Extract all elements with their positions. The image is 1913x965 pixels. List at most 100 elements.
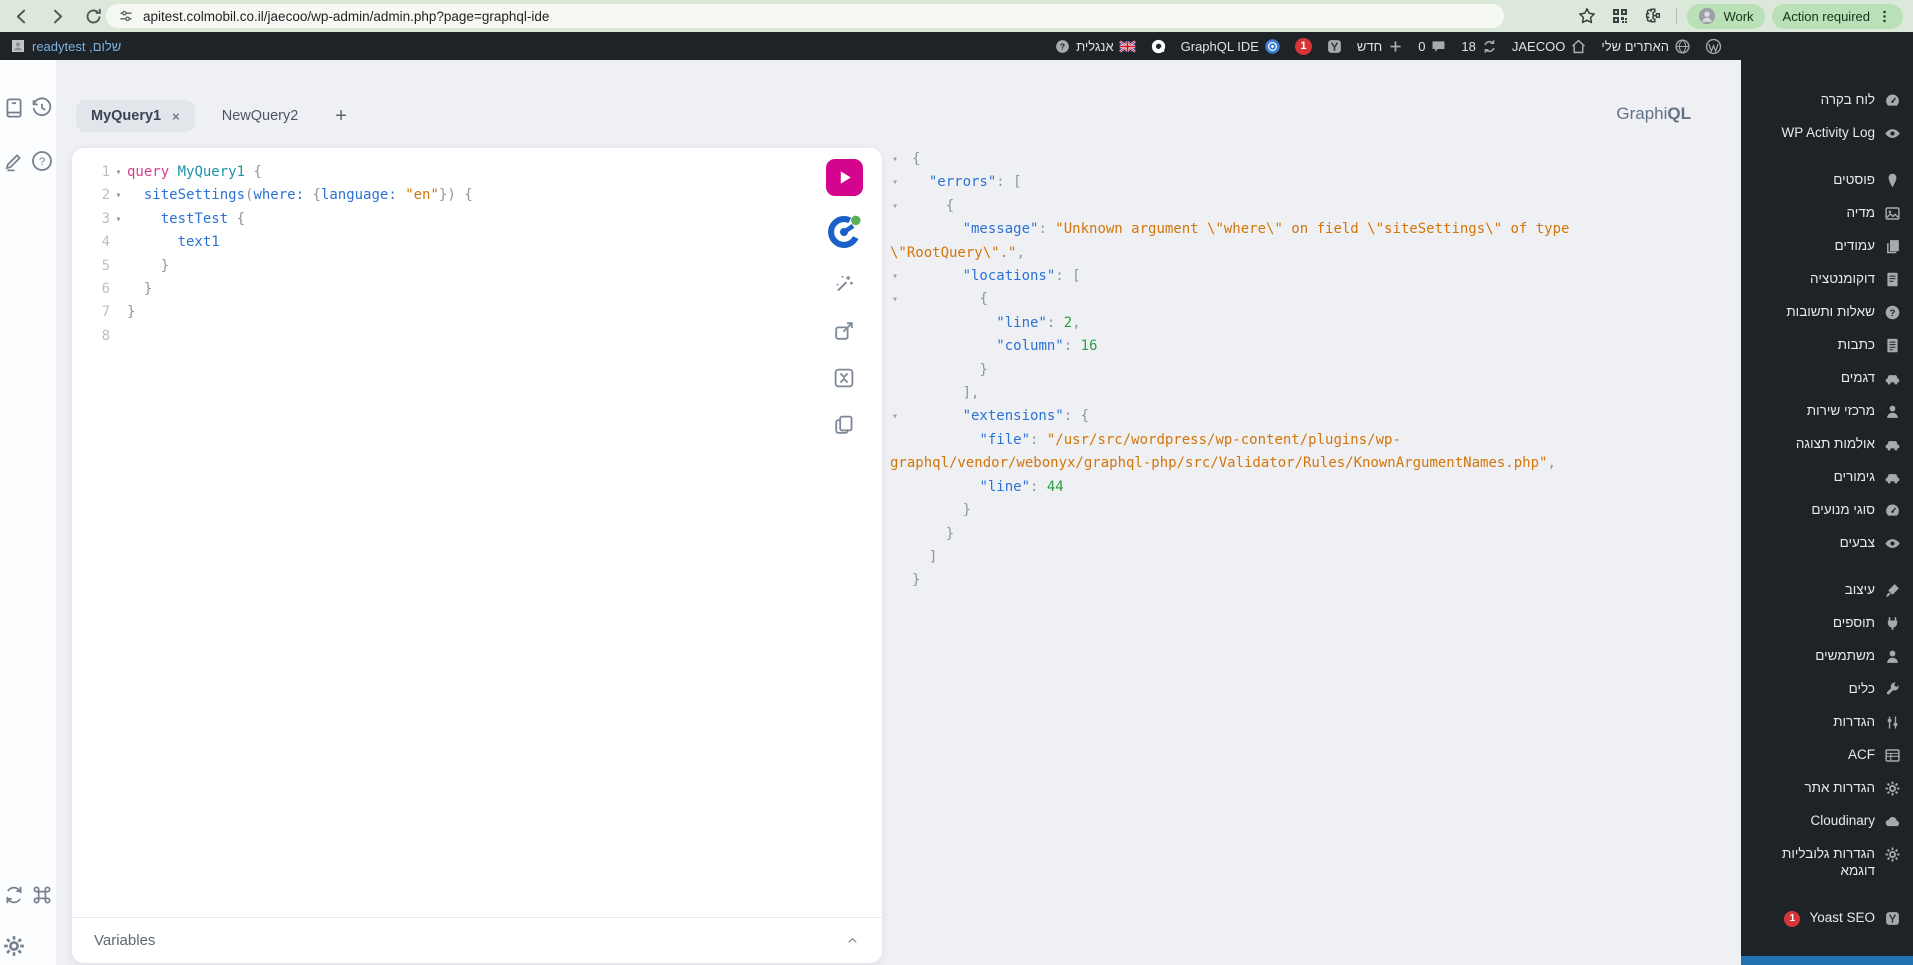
adminbar-item-my-sites[interactable]: האתרים שלי: [1594, 32, 1698, 60]
dashboard-icon: [1884, 92, 1901, 109]
fold-toggle-icon[interactable]: ▾: [110, 184, 127, 207]
response-line: }: [890, 523, 1590, 546]
sidebar-item-cloudinary[interactable]: Cloudinary: [1741, 805, 1913, 838]
adminbar-item-site-name[interactable]: JAECOO: [1505, 32, 1594, 60]
fold-toggle-icon[interactable]: ▾: [110, 161, 127, 184]
wp-admin-menu: לוח בקרה WP Activity Log פוסטים מדיה עמודים ד…: [1741, 60, 1913, 965]
sidebar-item-site-settings[interactable]: הגדרות אתר: [1741, 772, 1913, 805]
bookmark-star-icon[interactable]: [1574, 3, 1600, 29]
sidebar-item-trims[interactable]: גימורים: [1741, 461, 1913, 494]
sidebar-item-showrooms[interactable]: אולמות תצוגה: [1741, 428, 1913, 461]
history-button[interactable]: [28, 94, 56, 122]
sidebar-item-engine-types[interactable]: סוגי מנועים: [1741, 494, 1913, 527]
code-line: 4 text1: [82, 231, 812, 254]
site-name-label: JAECOO: [1511, 38, 1566, 54]
sidebar-item-global-settings-sample[interactable]: הגדרות גלובליות דוגמא: [1741, 838, 1913, 888]
adminbar-item-comments[interactable]: 0: [1411, 32, 1454, 60]
sidebar-item-posts[interactable]: פוסטים: [1741, 164, 1913, 197]
adminbar-item-query-monitor[interactable]: [1143, 32, 1174, 60]
sidebar-item-faq[interactable]: ? שאלות ותשובות: [1741, 296, 1913, 329]
article-icon: [1884, 337, 1901, 354]
code-text: text1: [177, 234, 220, 251]
adminbar-item-graphql-ide[interactable]: GraphQL IDE: [1174, 32, 1288, 60]
kebab-menu-icon[interactable]: [1877, 9, 1892, 24]
sidebar-item-wp-activity-log[interactable]: WP Activity Log: [1741, 117, 1913, 150]
fold-toggle-icon[interactable]: ▾: [892, 288, 898, 311]
tab-MyQuery1[interactable]: MyQuery1 ×: [76, 100, 195, 132]
screen: apitest.colmobil.co.il/jaecoo/wp-admin/a…: [0, 0, 1913, 965]
response-text: }: [979, 361, 988, 378]
share-query-button[interactable]: [832, 319, 856, 343]
fold-toggle-icon[interactable]: ▾: [892, 171, 898, 194]
refetch-schema-button[interactable]: [0, 881, 28, 909]
back-button[interactable]: [8, 2, 36, 30]
sidebar-item-yoast-seo[interactable]: Yoast SEO 1: [1741, 902, 1913, 935]
sidebar-item-documentation[interactable]: דוקומנטציה: [1741, 263, 1913, 296]
prettify-button[interactable]: [832, 272, 856, 296]
sidebar-item-pages[interactable]: עמודים: [1741, 230, 1913, 263]
merge-fragments-button[interactable]: [832, 366, 856, 390]
auth-toggle-button[interactable]: [825, 213, 863, 251]
add-tab-button[interactable]: +: [329, 105, 353, 127]
sidebar-item-tools[interactable]: כלים: [1741, 673, 1913, 706]
response-text: "file": "/usr/src/wordpress/wp-content/p…: [890, 431, 1556, 472]
response-panel: ▾{▾ "errors": [▾ { "message": "Unknown a…: [890, 148, 1590, 593]
fold-toggle-icon[interactable]: ▾: [110, 208, 127, 231]
plus-icon: [1387, 38, 1404, 55]
variables-section-toggle[interactable]: Variables: [72, 917, 882, 963]
response-line: }: [890, 359, 1590, 382]
sidebar-item-acf[interactable]: ACF: [1741, 739, 1913, 772]
sidebar-item-models[interactable]: דגמים: [1741, 362, 1913, 395]
sidebar-item-dashboard[interactable]: לוח בקרה: [1741, 84, 1913, 117]
tab-NewQuery2[interactable]: NewQuery2: [207, 100, 314, 132]
wp-logo: [1705, 38, 1722, 55]
response-line: "message": "Unknown argument \"where\" o…: [890, 218, 1590, 265]
person-icon: [1884, 648, 1901, 665]
adminbar-item-wordpress-logo[interactable]: [1698, 32, 1729, 60]
keyboard-shortcuts-button[interactable]: [28, 881, 56, 909]
url-text: apitest.colmobil.co.il/jaecoo/wp-admin/a…: [143, 8, 550, 24]
profile-chip[interactable]: Work: [1687, 3, 1765, 29]
sidebar-item-settings[interactable]: הגדרות: [1741, 706, 1913, 739]
sidebar-item-colors[interactable]: צבעים: [1741, 527, 1913, 560]
sidebar-item-service-centers[interactable]: מרכזי שירות: [1741, 395, 1913, 428]
execute-query-button[interactable]: [825, 159, 863, 196]
url-bar[interactable]: apitest.colmobil.co.il/jaecoo/wp-admin/a…: [106, 4, 1504, 28]
action-required-button[interactable]: Action required: [1771, 3, 1903, 29]
sidebar-item-media[interactable]: מדיה: [1741, 197, 1913, 230]
sidebar-item-plugins[interactable]: תוספים: [1741, 607, 1913, 640]
edit-button[interactable]: [0, 147, 28, 175]
close-tab-icon[interactable]: ×: [172, 109, 180, 124]
fold-toggle-icon[interactable]: ▾: [892, 195, 898, 218]
extensions-puzzle-icon[interactable]: [1640, 3, 1666, 29]
adminbar-item-yoast-seo[interactable]: [1319, 32, 1350, 60]
fold-toggle-icon[interactable]: ▾: [892, 405, 898, 428]
fold-toggle-icon[interactable]: ▾: [892, 265, 898, 288]
sidebar-item-users[interactable]: משתמשים: [1741, 640, 1913, 673]
qr-extension-icon[interactable]: [1607, 3, 1633, 29]
adminbar-item-notification[interactable]: 1: [1288, 32, 1319, 60]
sidebar-item-label: אולמות תצוגה: [1795, 436, 1875, 451]
help-button[interactable]: ?: [28, 147, 56, 175]
sidebar-item-articles[interactable]: כתבות: [1741, 329, 1913, 362]
site-settings-tune-icon[interactable]: [118, 8, 134, 24]
query-editor[interactable]: 1 ▾ query MyQuery1 {2 ▾ siteSettings(where:…: [82, 161, 812, 348]
copy-query-button[interactable]: [832, 413, 856, 437]
current-menu-item-highlight[interactable]: [1741, 956, 1913, 965]
adminbar-greeting[interactable]: שלום, readytest: [10, 32, 121, 60]
forward-button[interactable]: [44, 2, 72, 30]
sidebar-item-appearance[interactable]: עיצוב: [1741, 574, 1913, 607]
settings-button[interactable]: [0, 932, 28, 960]
response-text: {: [945, 197, 955, 214]
adminbar-item-language[interactable]: אנגלית?: [1047, 32, 1142, 60]
reload-button[interactable]: [80, 2, 108, 30]
code-text: }: [127, 257, 170, 274]
docs-button[interactable]: [0, 94, 28, 122]
adminbar-item-new-content[interactable]: חדש: [1350, 32, 1411, 60]
code-line: 2 ▾ siteSettings(where: {language: "en"})…: [82, 184, 812, 207]
adminbar-item-updates[interactable]: 18: [1454, 32, 1504, 60]
fold-toggle-icon[interactable]: ▾: [892, 148, 898, 171]
line-number: 4: [101, 234, 110, 251]
profile-label: Work: [1723, 8, 1754, 24]
graphql-ide-label: GraphQL IDE: [1180, 38, 1259, 54]
